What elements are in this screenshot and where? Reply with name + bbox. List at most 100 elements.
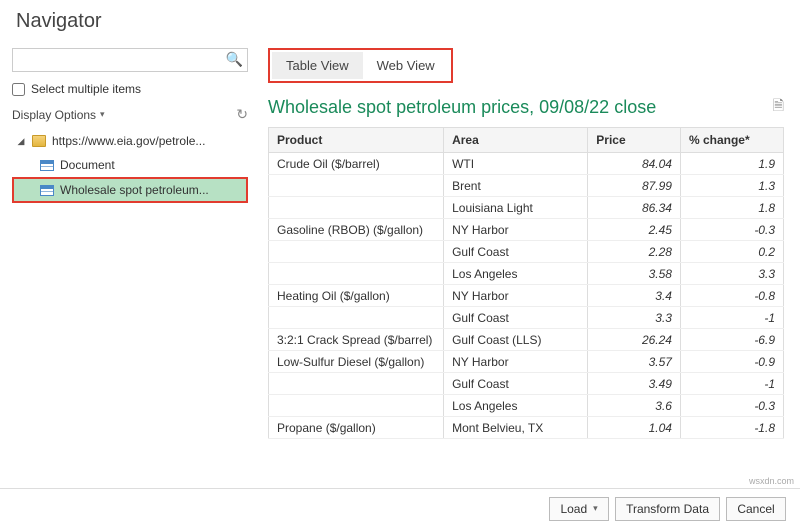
table-row[interactable]: Gulf Coast2.280.2 [269,241,784,263]
preview-title: Wholesale spot petroleum prices, 09/08/2… [268,97,656,118]
view-tabs: Table View Web View [268,48,453,83]
search-icon[interactable]: 🔍 [226,51,243,68]
transform-button[interactable]: Transform Data [615,497,720,521]
cell-product [269,395,444,417]
cell-product: Low-Sulfur Diesel ($/gallon) [269,351,444,373]
expand-icon[interactable]: ◢ [16,136,26,147]
cell-product: Heating Oil ($/gallon) [269,285,444,307]
select-multiple-label: Select multiple items [31,82,141,96]
table-row[interactable]: Gulf Coast3.49-1 [269,373,784,395]
cell-price: 1.04 [588,417,681,439]
cell-price: 3.49 [588,373,681,395]
tree-root-node[interactable]: ◢ https://www.eia.gov/petrole... [12,129,248,153]
cell-area: Gulf Coast [444,373,588,395]
tree-item-label: Wholesale spot petroleum... [60,183,209,197]
table-row[interactable]: Heating Oil ($/gallon)NY Harbor3.4-0.8 [269,285,784,307]
table-row[interactable]: Gasoline (RBOB) ($/gallon)NY Harbor2.45-… [269,219,784,241]
tree-root-label: https://www.eia.gov/petrole... [52,134,205,148]
select-multiple-checkbox[interactable] [12,83,25,96]
cell-pct: -0.3 [680,219,783,241]
cell-pct: 0.2 [680,241,783,263]
cell-price: 86.34 [588,197,681,219]
cell-product [269,263,444,285]
cell-pct: -0.3 [680,395,783,417]
tab-table-view[interactable]: Table View [272,52,363,79]
transform-label: Transform Data [626,502,709,516]
table-row[interactable]: Gulf Coast3.3-1 [269,307,784,329]
table-row[interactable]: Low-Sulfur Diesel ($/gallon)NY Harbor3.5… [269,351,784,373]
cell-pct: -1 [680,373,783,395]
cell-price: 3.58 [588,263,681,285]
cancel-label: Cancel [737,502,774,516]
tab-web-view[interactable]: Web View [363,52,449,79]
cell-product [269,175,444,197]
col-area[interactable]: Area [444,128,588,153]
col-price[interactable]: Price [588,128,681,153]
display-options-button[interactable]: Display Options ▾ [12,108,105,122]
table-row[interactable]: Los Angeles3.583.3 [269,263,784,285]
chevron-down-icon: ▾ [593,503,598,514]
cell-area: Mont Belvieu, TX [444,417,588,439]
cell-area: Gulf Coast [444,241,588,263]
cell-area: Los Angeles [444,395,588,417]
load-button[interactable]: Load ▾ [549,497,609,521]
source-tree: ◢ https://www.eia.gov/petrole... Documen… [12,129,248,203]
select-multiple-row[interactable]: Select multiple items [12,82,248,96]
right-panel: Table View Web View Wholesale spot petro… [258,42,800,488]
tree-item-document[interactable]: Document [12,153,248,177]
cell-product: 3:2:1 Crack Spread ($/barrel) [269,329,444,351]
add-column-icon[interactable]: 🗎 [773,95,784,119]
tree-item-label: Document [60,158,115,172]
cell-price: 2.28 [588,241,681,263]
cell-product [269,197,444,219]
tree-item-wholesale[interactable]: Wholesale spot petroleum... [12,177,248,203]
cell-area: Brent [444,175,588,197]
content-area: 🔍 Select multiple items Display Options … [0,42,800,488]
table-icon [40,160,54,171]
cell-product [269,241,444,263]
col-product[interactable]: Product [269,128,444,153]
table-row[interactable]: Los Angeles3.6-0.3 [269,395,784,417]
cell-pct: -0.9 [680,351,783,373]
table-row[interactable]: 3:2:1 Crack Spread ($/barrel)Gulf Coast … [269,329,784,351]
table-row[interactable]: Propane ($/gallon)Mont Belvieu, TX1.04-1… [269,417,784,439]
dialog-title: Navigator [0,0,800,39]
search-box[interactable]: 🔍 [12,48,248,72]
cell-area: WTI [444,153,588,175]
cell-product: Propane ($/gallon) [269,417,444,439]
cell-pct: -1.8 [680,417,783,439]
cell-product [269,373,444,395]
table-row[interactable]: Louisiana Light86.341.8 [269,197,784,219]
refresh-icon[interactable]: ↻ [236,106,248,123]
navigator-dialog: Navigator 🔍 Select multiple items Displa… [0,0,800,528]
cell-price: 3.6 [588,395,681,417]
cell-area: Louisiana Light [444,197,588,219]
cancel-button[interactable]: Cancel [726,497,786,521]
table-row[interactable]: Brent87.991.3 [269,175,784,197]
cell-price: 2.45 [588,219,681,241]
table-icon [40,185,54,196]
cell-area: Los Angeles [444,263,588,285]
chevron-down-icon: ▾ [100,109,105,120]
cell-product: Crude Oil ($/barrel) [269,153,444,175]
cell-pct: -1 [680,307,783,329]
cell-pct: -6.9 [680,329,783,351]
preview-header: Wholesale spot petroleum prices, 09/08/2… [268,95,784,119]
cell-product [269,307,444,329]
load-label: Load [560,502,587,516]
footer: Load ▾ Transform Data Cancel [0,488,800,528]
watermark: wsxdn.com [749,476,794,486]
display-options-label: Display Options [12,108,96,122]
cell-pct: 1.8 [680,197,783,219]
search-input[interactable] [13,49,219,71]
cell-area: NY Harbor [444,351,588,373]
cell-price: 26.24 [588,329,681,351]
cell-area: Gulf Coast (LLS) [444,329,588,351]
table-row[interactable]: Crude Oil ($/barrel)WTI84.041.9 [269,153,784,175]
col-pct[interactable]: % change* [680,128,783,153]
cell-price: 87.99 [588,175,681,197]
table-header-row: Product Area Price % change* [269,128,784,153]
cell-pct: 1.9 [680,153,783,175]
cell-area: NY Harbor [444,285,588,307]
cell-price: 3.57 [588,351,681,373]
